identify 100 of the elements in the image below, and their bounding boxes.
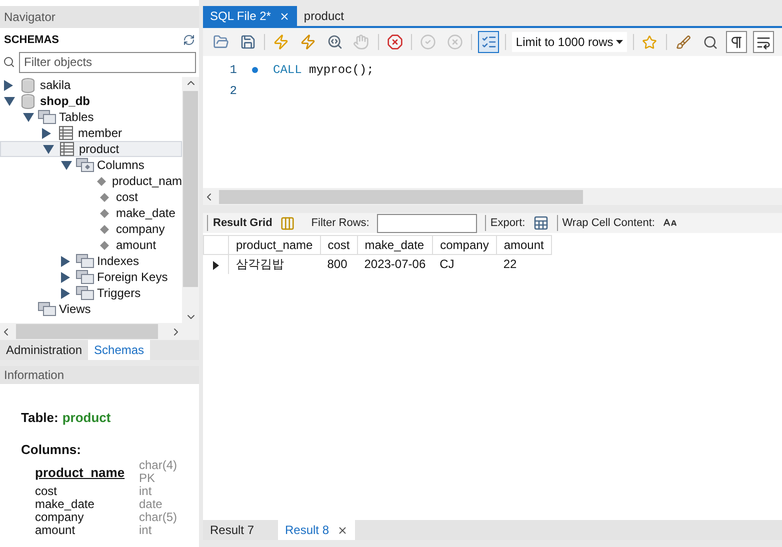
limit-dropdown[interactable]: Limit to 1000 rows (512, 32, 627, 52)
expanded-arrow-icon[interactable] (23, 112, 34, 122)
table-icon (60, 142, 74, 156)
tree-label: company (116, 221, 165, 238)
wrap-icon[interactable] (753, 31, 774, 53)
tree-label: cost (116, 189, 138, 206)
horizontal-scrollbar[interactable] (203, 188, 782, 205)
editor-tab[interactable]: product (296, 6, 351, 26)
search-icon (3, 56, 15, 68)
tree-item[interactable]: Tables (0, 109, 182, 125)
tree-item[interactable]: amount (0, 237, 182, 253)
filter-rows-field[interactable] (377, 214, 478, 232)
editor-tab[interactable]: SQL File 2* (203, 6, 297, 26)
tree-item[interactable]: Triggers (0, 285, 182, 301)
column-type: char(5) (139, 511, 178, 524)
filter-field[interactable]: Filter objects (19, 52, 196, 72)
tree-item[interactable]: shop_db (0, 93, 182, 109)
result-tab[interactable]: Result 7 (203, 520, 278, 540)
panel-title: Information (4, 367, 64, 384)
tree-label: Foreign Keys (97, 269, 168, 286)
tree-item[interactable]: make_date (0, 205, 182, 221)
key-label: PK (139, 472, 156, 485)
column-name: cost (35, 485, 58, 498)
schemas-heading: SCHEMAS (4, 32, 60, 48)
collapsed-arrow-icon[interactable] (61, 256, 70, 266)
column-name: product_name (35, 466, 126, 478)
column-type: int (139, 485, 153, 498)
grid-columns-icon[interactable] (280, 216, 296, 230)
column-header[interactable]: amount (496, 236, 552, 254)
columns-label: Columns: (21, 440, 82, 458)
tree-label: amount (116, 237, 156, 254)
collapsed-arrow-icon[interactable] (4, 80, 13, 90)
code-editor[interactable]: 1 CALL myproc(); 2 (203, 56, 782, 188)
tree-label: Views (59, 301, 91, 318)
panel-tab[interactable]: Schemas (88, 340, 150, 360)
tree-label: Columns (97, 157, 144, 174)
vertical-scrollbar[interactable] (182, 77, 199, 323)
folder-icon (38, 110, 56, 124)
column-type: int (139, 524, 152, 537)
tree-label: member (78, 125, 122, 142)
tree-item[interactable]: Indexes (0, 253, 182, 269)
tree-item[interactable]: product_nam (0, 173, 182, 189)
table-cell: 22 (496, 254, 552, 274)
panel-tab[interactable]: Administration (0, 340, 88, 360)
table-cell: 800 (320, 254, 358, 274)
collapsed-arrow-icon[interactable] (61, 272, 70, 282)
horizontal-scrollbar[interactable] (0, 323, 199, 340)
folder-icon (76, 270, 94, 284)
dropdown-caret-icon (616, 40, 623, 44)
expanded-arrow-icon[interactable] (4, 96, 15, 106)
tree-label: make_date (116, 205, 176, 222)
expanded-arrow-icon[interactable] (61, 160, 72, 170)
tree-item[interactable]: sakila (0, 77, 182, 93)
column-header[interactable]: company (432, 236, 496, 254)
tree-item[interactable]: company (0, 221, 182, 237)
folder-icon (76, 286, 94, 300)
tree-label: product_nam (112, 173, 182, 190)
sql-keyword: CALL (273, 62, 302, 78)
table-cell: 2023-07-06 (357, 254, 433, 274)
table-cell: CJ (432, 254, 496, 274)
sql-code: myproc(); (308, 62, 374, 78)
tree-label: sakila (40, 77, 71, 94)
tab-label: SQL File 2* (210, 8, 271, 25)
line-number: 2 (228, 82, 237, 100)
columns-folder-icon (76, 158, 94, 172)
tab-label: Result 8 (285, 522, 330, 539)
tree-item[interactable]: Views (0, 301, 182, 317)
column-header[interactable]: cost (320, 236, 358, 254)
pilcrow-icon[interactable] (726, 31, 748, 53)
toggle-icon[interactable] (478, 31, 499, 53)
table-icon (59, 126, 73, 140)
panel-title: Navigator (4, 9, 56, 26)
tree-label: Indexes (97, 253, 140, 270)
tree-label: Tables (59, 109, 94, 126)
export-icon[interactable] (533, 215, 550, 231)
tree-label: product (79, 141, 120, 158)
result-tab[interactable]: Result 8 (278, 520, 356, 540)
wrap-label: Wrap Cell Content: (557, 214, 655, 232)
tree-item[interactable]: product (0, 141, 182, 157)
tab-label: product (304, 8, 344, 25)
column-header[interactable]: product_name (228, 236, 320, 254)
close-icon[interactable] (337, 524, 348, 536)
tree-item[interactable]: Foreign Keys (0, 269, 182, 285)
limit-value: Limit to 1000 rows (516, 34, 614, 51)
tree-item[interactable]: cost (0, 189, 182, 205)
column-type: char(4) (139, 459, 178, 472)
column-name: amount (35, 524, 76, 537)
collapsed-arrow-icon[interactable] (42, 128, 51, 138)
folder-icon (38, 302, 56, 316)
column-name: make_date (35, 498, 96, 511)
filter-label: Filter Rows: (311, 216, 370, 231)
close-icon[interactable] (278, 10, 290, 22)
refresh-icon[interactable] (183, 34, 195, 46)
result-grid-tab[interactable]: Result Grid (207, 214, 272, 232)
tree-item[interactable]: Columns (0, 157, 182, 173)
column-header[interactable]: make_date (357, 236, 433, 254)
tree-item[interactable]: member (0, 125, 182, 141)
tab-label: Result 7 (210, 522, 254, 539)
collapsed-arrow-icon[interactable] (61, 288, 70, 298)
expanded-arrow-icon[interactable] (43, 144, 54, 154)
